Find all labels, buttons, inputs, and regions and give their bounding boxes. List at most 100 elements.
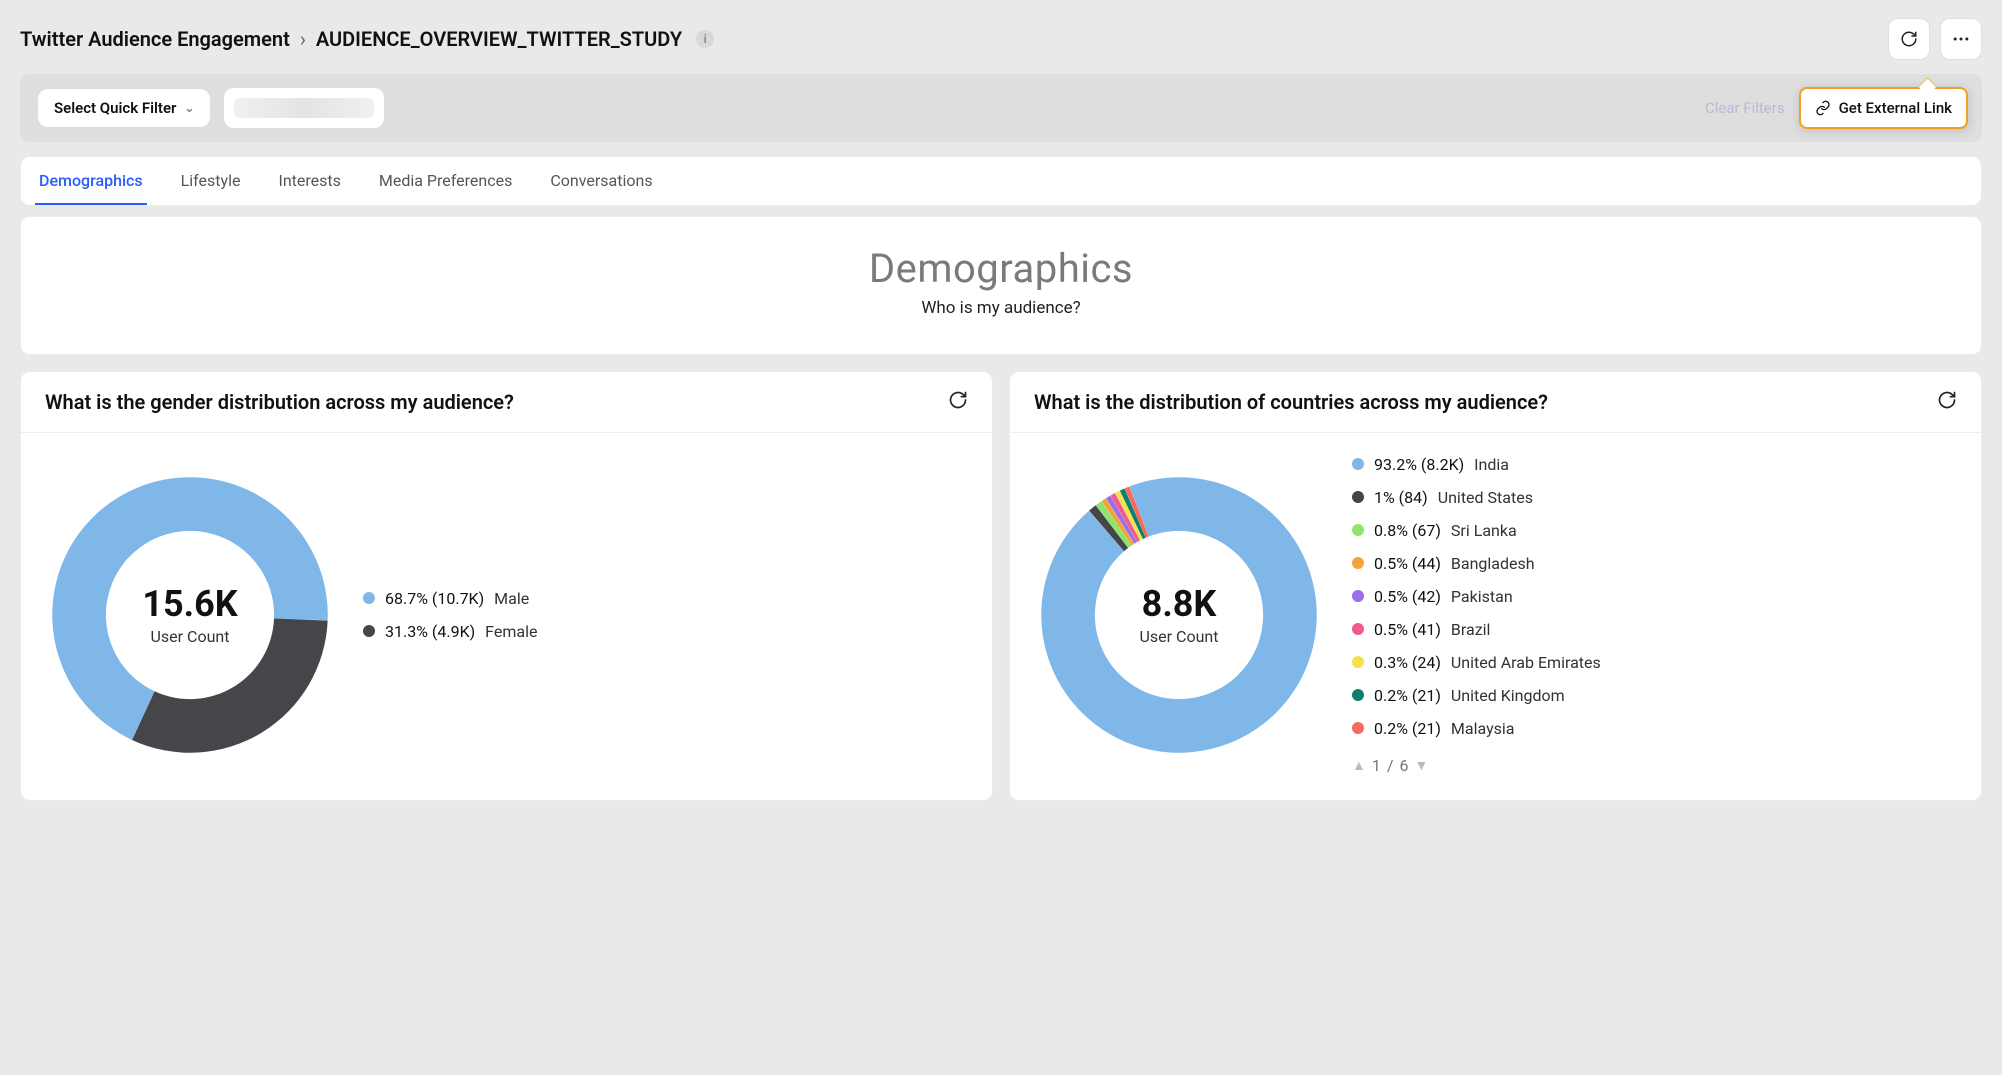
more-button[interactable] — [1940, 18, 1982, 60]
tab-conversations[interactable]: Conversations — [546, 157, 656, 205]
quick-filter-label: Select Quick Filter — [54, 99, 176, 117]
external-link-popover: Get External Link — [1799, 87, 1968, 129]
legend-swatch — [1352, 689, 1364, 701]
refresh-icon — [948, 390, 968, 410]
legend-label: India — [1474, 455, 1509, 474]
legend-item[interactable]: 31.3% (4.9K) Female — [363, 622, 968, 641]
legend-label: Sri Lanka — [1451, 521, 1517, 540]
info-icon[interactable]: i — [696, 30, 714, 48]
country-donut: 8.8K User Count — [1034, 470, 1324, 760]
legend-item[interactable]: 0.8% (67) Sri Lanka — [1352, 521, 1957, 540]
get-external-link-button[interactable]: Get External Link — [1799, 87, 1968, 129]
chevron-right-icon: › — [300, 27, 306, 51]
pager-prev-button[interactable]: ▲ — [1352, 757, 1366, 774]
legend-label: Bangladesh — [1451, 554, 1535, 573]
pager-current: 1 — [1372, 756, 1381, 775]
header-actions — [1888, 18, 1982, 60]
legend-percent: 0.2% (21) — [1374, 719, 1441, 738]
pager-sep: / — [1387, 756, 1394, 775]
gender-donut: 15.6K User Count — [45, 470, 335, 760]
legend-swatch — [1352, 557, 1364, 569]
chevron-down-icon: ⌄ — [184, 101, 194, 115]
quick-filter-button[interactable]: Select Quick Filter ⌄ — [38, 89, 210, 127]
country-distribution-card: What is the distribution of countries ac… — [1009, 371, 1982, 801]
legend-percent: 0.3% (24) — [1374, 653, 1441, 672]
card-header: What is the distribution of countries ac… — [1010, 372, 1981, 433]
filter-bar-right: Clear Filters Get External Link — [1705, 87, 1968, 129]
legend-percent: 0.2% (21) — [1374, 686, 1441, 705]
breadcrumb-root[interactable]: Twitter Audience Engagement — [20, 27, 290, 51]
legend-item[interactable]: 93.2% (8.2K) India — [1352, 455, 1957, 474]
legend-item[interactable]: 0.5% (42) Pakistan — [1352, 587, 1957, 606]
filter-bar: Select Quick Filter ⌄ Clear Filters Get … — [20, 74, 1982, 142]
refresh-button[interactable] — [1888, 18, 1930, 60]
legend-percent: 0.5% (41) — [1374, 620, 1441, 639]
tab-media-preferences[interactable]: Media Preferences — [375, 157, 516, 205]
refresh-icon — [1937, 390, 1957, 410]
tab-interests[interactable]: Interests — [274, 157, 344, 205]
legend-item[interactable]: 0.2% (21) United Kingdom — [1352, 686, 1957, 705]
breadcrumb: Twitter Audience Engagement › AUDIENCE_O… — [20, 27, 714, 51]
gender-legend: 68.7% (10.7K) Male 31.3% (4.9K) Female — [363, 589, 968, 641]
pager-next-button[interactable]: ▼ — [1414, 757, 1428, 774]
breadcrumb-page: AUDIENCE_OVERVIEW_TWITTER_STUDY — [316, 27, 682, 51]
gender-distribution-card: What is the gender distribution across m… — [20, 371, 993, 801]
more-horiz-icon — [1951, 29, 1971, 49]
link-icon — [1815, 100, 1831, 116]
donut-slice[interactable] — [132, 618, 328, 752]
legend-label: United Kingdom — [1451, 686, 1565, 705]
legend-item[interactable]: 68.7% (10.7K) Male — [363, 589, 968, 608]
tabs-bar: Demographics Lifestyle Interests Media P… — [20, 156, 1982, 206]
country-donut-chart — [1034, 470, 1324, 760]
country-legend: 93.2% (8.2K) India 1% (84) United States 0.8… — [1352, 455, 1957, 775]
refresh-icon — [1900, 30, 1918, 48]
legend-label: Female — [485, 622, 537, 641]
donut-slice[interactable] — [1041, 477, 1317, 753]
external-link-label: Get External Link — [1839, 99, 1952, 117]
card-title: What is the gender distribution across m… — [45, 390, 514, 414]
legend-swatch — [1352, 458, 1364, 470]
legend-swatch — [1352, 656, 1364, 668]
legend-swatch — [363, 592, 375, 604]
card-refresh-button[interactable] — [948, 390, 968, 414]
legend-item[interactable]: 0.2% (21) Malaysia — [1352, 719, 1957, 738]
legend-item[interactable]: 0.5% (41) Brazil — [1352, 620, 1957, 639]
header-row: Twitter Audience Engagement › AUDIENCE_O… — [20, 18, 1982, 60]
tab-lifestyle[interactable]: Lifestyle — [177, 157, 245, 205]
legend-swatch — [363, 625, 375, 637]
section-title: Demographics — [41, 245, 1961, 292]
legend-item[interactable]: 0.3% (24) United Arab Emirates — [1352, 653, 1957, 672]
legend-label: Brazil — [1451, 620, 1491, 639]
legend-item[interactable]: 1% (84) United States — [1352, 488, 1957, 507]
legend-label: United States — [1438, 488, 1533, 507]
legend-label: Male — [494, 589, 529, 608]
cards-row: What is the gender distribution across m… — [20, 371, 1982, 801]
legend-percent: 0.5% (42) — [1374, 587, 1441, 606]
gender-donut-chart — [45, 470, 335, 760]
legend-percent: 68.7% (10.7K) — [385, 589, 484, 608]
card-header: What is the gender distribution across m… — [21, 372, 992, 433]
legend-percent: 93.2% (8.2K) — [1374, 455, 1464, 474]
legend-percent: 0.8% (67) — [1374, 521, 1441, 540]
legend-item[interactable]: 0.5% (44) Bangladesh — [1352, 554, 1957, 573]
legend-percent: 0.5% (44) — [1374, 554, 1441, 573]
pager-total: 6 — [1399, 756, 1408, 775]
legend-swatch — [1352, 623, 1364, 635]
legend-percent: 1% (84) — [1374, 488, 1428, 507]
tab-demographics[interactable]: Demographics — [35, 157, 147, 205]
legend-swatch — [1352, 524, 1364, 536]
legend-label: United Arab Emirates — [1451, 653, 1601, 672]
card-title: What is the distribution of countries ac… — [1034, 390, 1548, 414]
section-subtitle: Who is my audience? — [41, 298, 1961, 318]
legend-swatch — [1352, 590, 1364, 602]
legend-swatch — [1352, 722, 1364, 734]
section-hero: Demographics Who is my audience? — [20, 216, 1982, 355]
country-legend-pager: ▲ 1 / 6 ▼ — [1352, 756, 1957, 775]
legend-label: Pakistan — [1451, 587, 1513, 606]
clear-filters-link[interactable]: Clear Filters — [1705, 99, 1785, 117]
legend-swatch — [1352, 491, 1364, 503]
filter-loading-placeholder — [224, 88, 384, 128]
legend-percent: 31.3% (4.9K) — [385, 622, 475, 641]
legend-label: Malaysia — [1451, 719, 1515, 738]
card-refresh-button[interactable] — [1937, 390, 1957, 414]
